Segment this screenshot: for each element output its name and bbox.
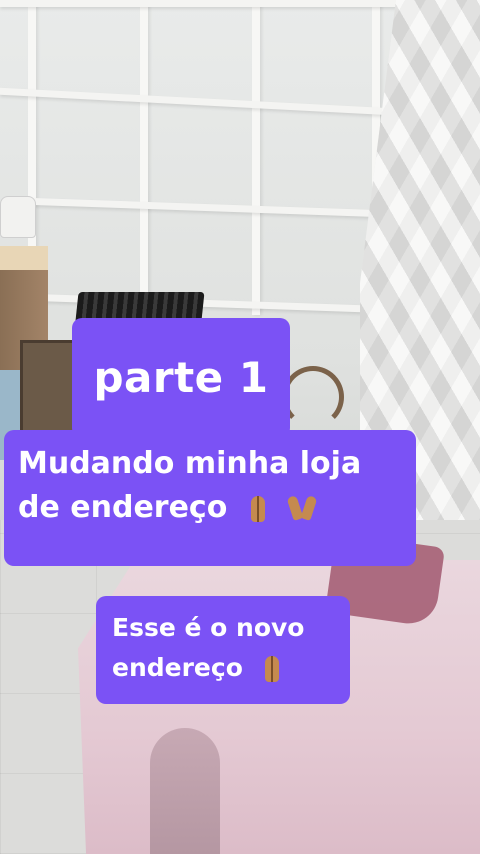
white-shelving-unit <box>0 0 400 330</box>
sub-caption-line-2: endereço <box>112 653 243 682</box>
sub-caption-line-1: Esse é o novo <box>112 613 305 642</box>
title-sticker: parte 1 <box>72 318 290 438</box>
main-caption-sticker: Mudando minha loja de endereço <box>4 430 416 566</box>
raising-hands-icon <box>288 494 316 524</box>
sub-caption-sticker: Esse é o novo endereço <box>96 596 350 704</box>
main-caption-line-1: Mudando minha loja <box>18 446 362 481</box>
storage-jar <box>0 196 36 238</box>
main-caption-line-2: de endereço <box>18 490 228 525</box>
wicker-basket <box>282 366 344 428</box>
table-opening <box>150 728 220 854</box>
folded-hands-icon <box>258 654 286 684</box>
title-text: parte 1 <box>93 353 269 402</box>
storage-box <box>0 246 48 270</box>
folded-hands-icon <box>244 494 272 524</box>
